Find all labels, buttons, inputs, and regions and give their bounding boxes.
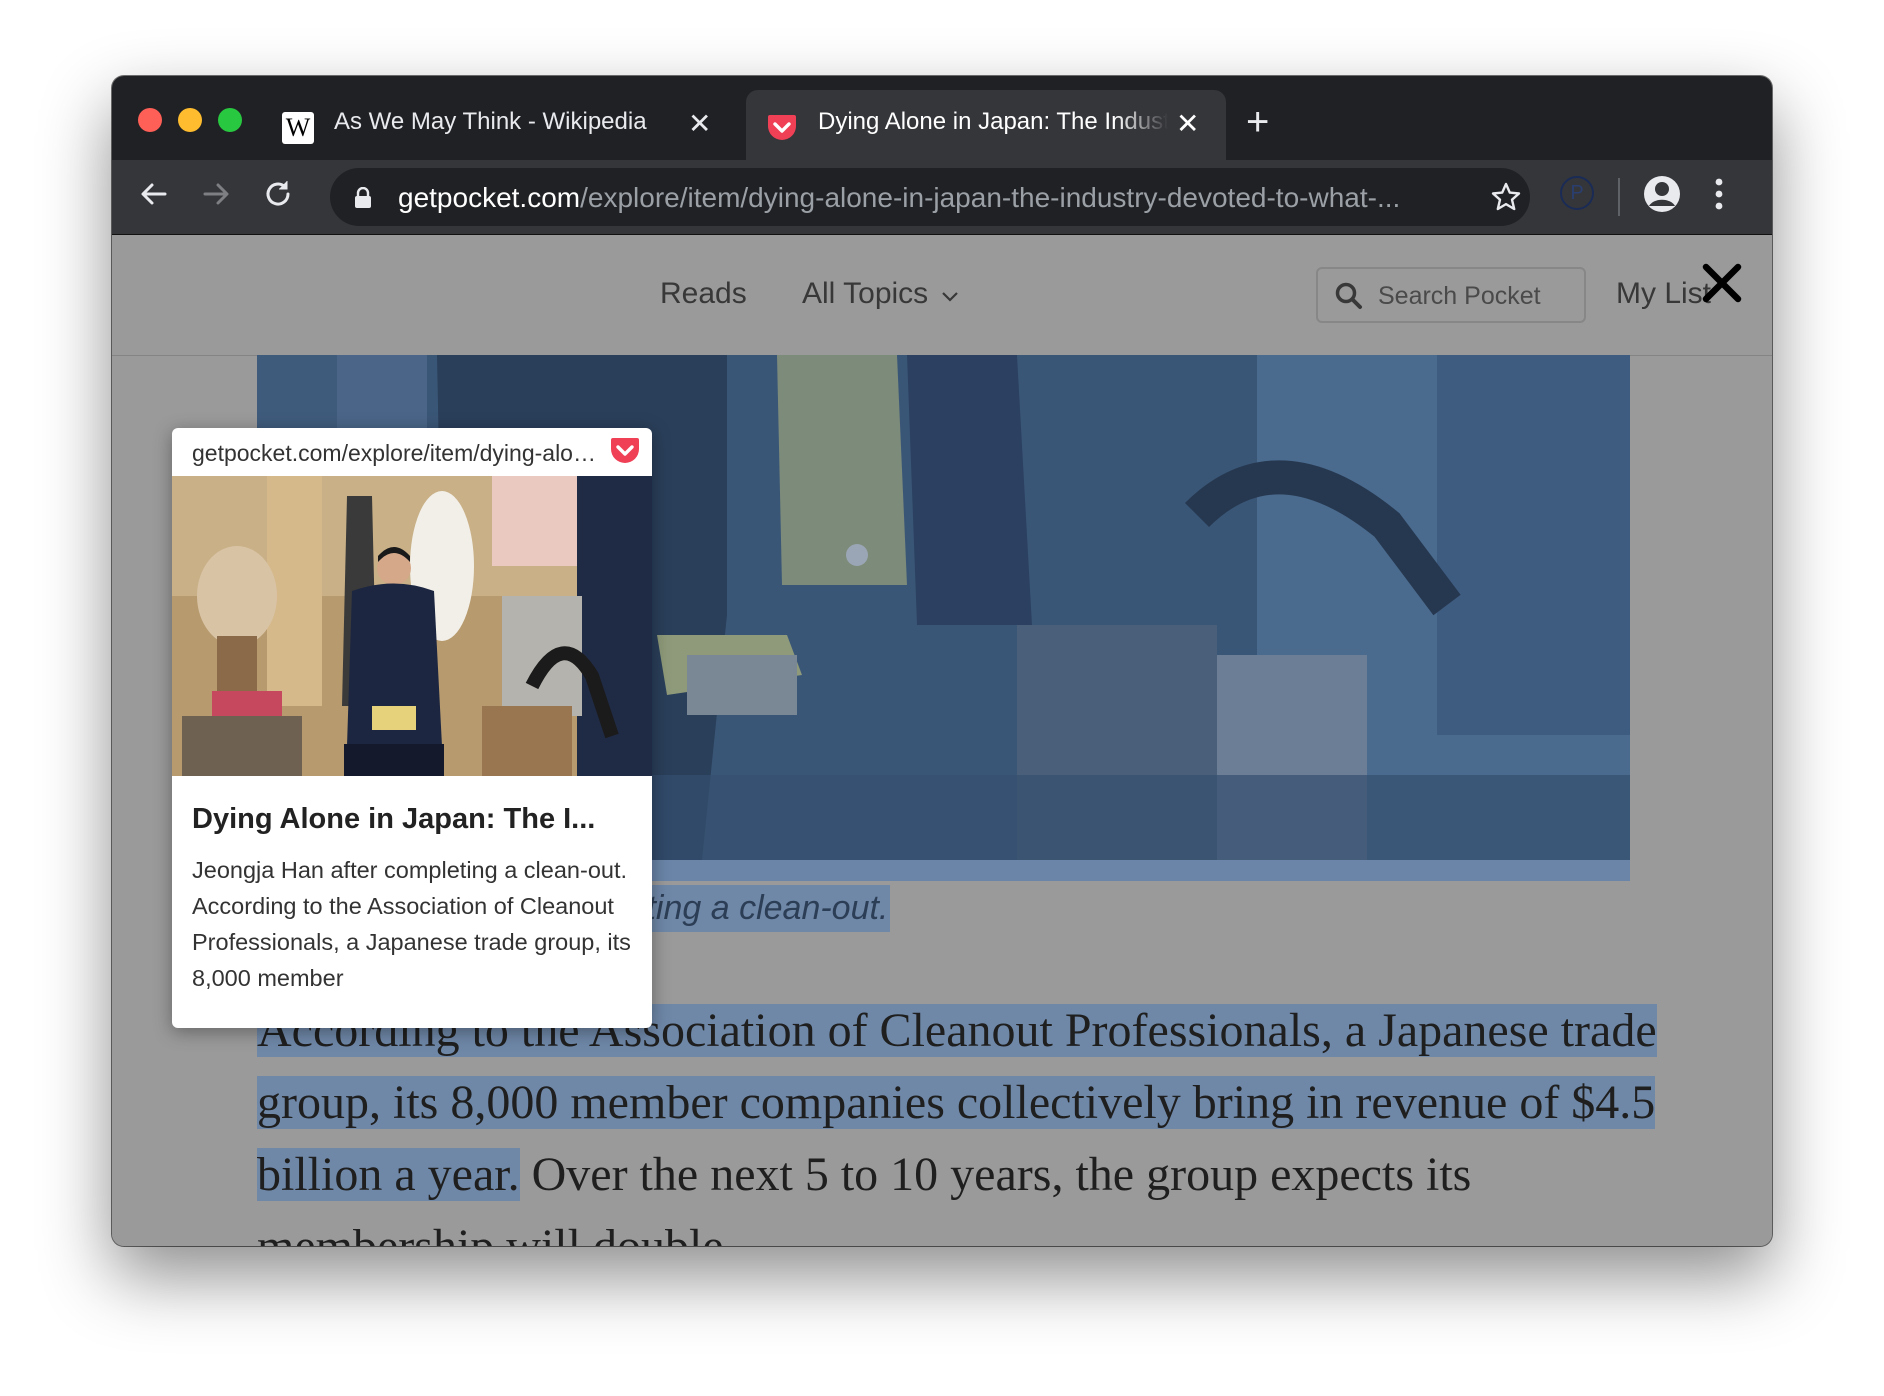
tab-strip: W As We May Think - Wikipedia ✕ Dying Al… [112,76,1772,160]
link-preview-popover[interactable]: getpocket.com/explore/item/dying-alone-i… [172,428,652,1028]
article-paragraph: According to the Association of Cleanout… [257,995,1657,1246]
toolbar-divider [1618,178,1620,216]
url-text: getpocket.com/explore/item/dying-alone-i… [398,182,1400,214]
more-menu-icon[interactable] [1714,176,1724,212]
tab-wikipedia[interactable]: W As We May Think - Wikipedia ✕ [262,90,732,160]
browser-toolbar: getpocket.com/explore/item/dying-alone-i… [112,160,1772,235]
preview-photo [172,476,652,776]
close-tab-icon[interactable]: ✕ [1176,110,1199,138]
close-tab-icon[interactable]: ✕ [688,110,711,138]
pocket-icon [766,112,798,144]
search-pocket-input[interactable]: Search Pocket [1316,267,1586,323]
close-icon[interactable] [1702,263,1742,303]
back-button[interactable] [134,174,174,214]
bookmark-star-icon[interactable] [1490,181,1522,213]
pocket-icon[interactable] [610,437,640,465]
arrow-right-icon [203,183,229,205]
close-window-button[interactable] [138,108,162,132]
profile-avatar-icon[interactable] [1642,174,1682,214]
zoom-window-button[interactable] [218,108,242,132]
url-path: /explore/item/dying-alone-in-japan-the-i… [580,182,1401,213]
forward-button[interactable] [196,174,236,214]
preview-image [172,476,652,776]
reload-icon [266,181,290,206]
preview-title: Dying Alone in Japan: The I... [192,803,596,835]
tab-title: Dying Alone in Japan: The Industry Devot… [818,108,1168,135]
all-topics-label: All Topics [802,277,929,310]
new-tab-button[interactable]: + [1246,102,1269,142]
minimize-window-button[interactable] [178,108,202,132]
search-icon [1335,282,1362,309]
preview-description: Jeongja Han after completing a clean-out… [192,857,631,991]
arrow-left-icon [141,183,167,205]
pocket-header: Reads All Topics Search Pocket My List [112,235,1772,356]
address-bar[interactable]: getpocket.com/explore/item/dying-alone-i… [330,168,1530,226]
wikipedia-icon: W [282,112,314,144]
nav-all-topics[interactable]: All Topics [802,277,959,311]
nav-reads-link[interactable]: Reads [660,277,747,311]
url-host: getpocket.com [398,182,581,213]
preview-url: getpocket.com/explore/item/dying-alone-i… [192,440,597,466]
tab-title: As We May Think - Wikipedia [334,108,647,135]
search-placeholder: Search Pocket [1378,282,1541,310]
lock-icon [355,187,371,208]
chevron-down-icon [941,292,958,302]
extension-icon[interactable]: P [1560,176,1594,210]
reload-button[interactable] [258,174,298,214]
my-list-link[interactable]: My List [1616,277,1711,311]
tab-pocket-article[interactable]: Dying Alone in Japan: The Industry Devot… [746,90,1226,160]
browser-window: W As We May Think - Wikipedia ✕ Dying Al… [112,76,1772,1246]
page-content: Reads All Topics Search Pocket My List a… [112,235,1772,1246]
